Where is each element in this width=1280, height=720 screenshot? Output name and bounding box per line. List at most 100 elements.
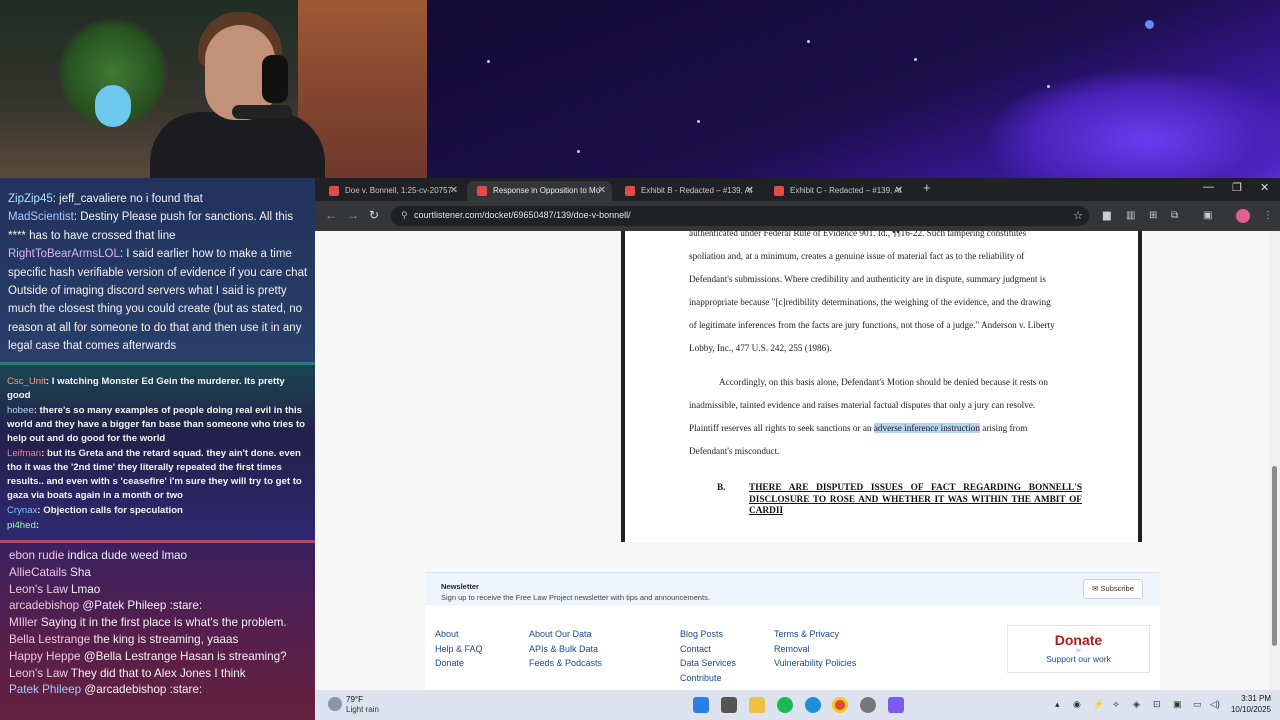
crystal-app-icon[interactable] [888,697,904,713]
start-icon[interactable] [693,697,709,713]
chat-message: Leifman: but its Greta and the retard sq… [7,447,310,503]
chat-username[interactable]: Leon's Law [9,667,68,680]
scrollbar-thumb[interactable] [1272,466,1277,646]
close-window-button[interactable]: ✕ [1260,181,1269,194]
tab-exhibit-c[interactable]: Exhibit C - Redacted – #139, At ✕ [764,181,909,201]
subscribe-button[interactable]: ✉ Subscribe [1083,579,1143,599]
chat-username[interactable]: Leifman [7,448,41,459]
network-icon[interactable]: ▭ [1193,699,1202,710]
footer-link[interactable]: Data Services [680,658,736,668]
chat-username[interactable]: MadScientist [8,211,74,223]
tray-app-icon[interactable]: ▴ [1055,699,1060,710]
chat-username[interactable]: hobee [7,405,34,416]
tab-title: Exhibit B - Redacted – #139, At [641,186,753,195]
chat-username[interactable]: arcadebishop [9,599,79,612]
footer-link[interactable]: Donate [435,658,464,668]
star [807,40,810,43]
footer-link[interactable]: About [435,629,459,639]
chat-username[interactable]: MIller [9,616,38,629]
file-explorer-icon[interactable] [749,697,765,713]
footer-link[interactable]: About Our Data [529,629,592,639]
headset [262,55,288,103]
close-tab-icon[interactable]: ✕ [895,181,903,201]
footer-link[interactable]: Removal [774,644,810,654]
chat-text: Lmao [67,582,101,596]
edge-icon[interactable] [805,697,821,713]
new-tab-button[interactable]: + [923,180,931,195]
puzzle-icon[interactable]: ⧉ [1171,210,1178,221]
minimize-button[interactable]: — [1203,181,1214,193]
chat-username[interactable]: RightToBearArmsLOL [8,248,120,260]
close-tab-icon[interactable]: ✕ [450,181,458,201]
clock-date[interactable]: 10/10/2025 [1221,705,1271,714]
task-view-icon[interactable] [721,697,737,713]
tab-response-opposition[interactable]: Response in Opposition to Mo ✕ [467,181,612,201]
document-line: Defendant's submissions. Where credibili… [689,274,1046,284]
tab-doe-v-bonnell[interactable]: Doe v. Bonnell, 1:25-cv-20757 - ✕ [319,181,464,201]
tray-app-icon[interactable]: ◈ [1133,699,1140,710]
chat-text: @Bella Lestrange Hasan is streaming? [80,649,287,663]
bookmark-star-icon[interactable]: ☆ [1073,209,1083,222]
close-tab-icon[interactable]: ✕ [598,181,606,201]
tray-app-icon[interactable]: ◉ [1073,699,1081,710]
streamer-body [150,112,325,178]
menu-kebab-icon[interactable]: ⋮ [1263,210,1273,221]
tray-app-icon[interactable]: ⟡ [1113,699,1119,710]
footer-link[interactable]: Contact [680,644,711,654]
footer-link[interactable]: Contribute [680,673,722,683]
viewer-scrollbar[interactable] [1139,231,1142,542]
reload-icon[interactable]: ↻ [369,208,379,222]
profile-avatar[interactable] [1236,209,1250,223]
chat-section-bottom: ebon rudie indica dude weed lmao AllieCat… [0,540,315,720]
donate-box[interactable]: Donate to Support our work [1007,625,1150,673]
tab-exhibit-b[interactable]: Exhibit B - Redacted – #139, At ✕ [615,181,760,201]
highlighted-text: adverse inference instruction [873,423,980,433]
chat-text: : I watching Monster Ed Gein the murdere… [7,376,285,401]
page-scrollbar[interactable] [1270,231,1280,690]
back-icon[interactable]: ← [325,208,337,222]
chat-username[interactable]: ZipZip45 [8,193,53,205]
footer-link[interactable]: Blog Posts [680,629,723,639]
chat-username[interactable]: Bella Lestrange [9,633,90,646]
volume-icon[interactable]: ◁) [1210,699,1220,710]
trash-icon[interactable]: ▥ [1126,210,1135,221]
chat-username[interactable]: Leon's Law [9,583,68,596]
mail-icon: ✉ [1092,584,1099,593]
tray-app-icon[interactable]: ⚡ [1093,699,1104,710]
clock-time[interactable]: 3:31 PM [1229,694,1271,703]
tray-app-icon[interactable]: ⊡ [1153,699,1161,710]
chat-username[interactable]: pi4hed [7,520,36,531]
pdf-icon [774,186,784,196]
maximize-button[interactable]: ❐ [1232,181,1242,194]
forward-icon[interactable]: → [347,208,359,222]
chat-username[interactable]: AllieCatails [9,566,67,579]
chat-username[interactable]: Crynax [7,505,37,516]
chat-section-middle: Csc_Unit: I watching Monster Ed Gein the… [0,362,315,540]
chat-message: ZipZip45: jeff_cavaliere no i found that [8,190,309,208]
folder-icon[interactable]: ▆ [1103,210,1111,221]
site-info-icon[interactable]: ⚲ [401,210,408,221]
footer-link[interactable]: Terms & Privacy [774,629,839,639]
footer-link[interactable]: Help & FAQ [435,644,483,654]
pdf-icon [625,186,635,196]
chat-username[interactable]: Happy Heppe [9,650,80,663]
extension-icon[interactable]: ⊞ [1149,210,1157,221]
chat-username[interactable]: ebon rudie [9,549,64,562]
footer-link[interactable]: APIs & Bulk Data [529,644,598,654]
pdf-viewer[interactable]: authenticated under Federal Rule of Evid… [621,231,1142,542]
spotify-icon[interactable] [777,697,793,713]
weather-temp: 79°F [346,695,363,704]
url-field[interactable]: ⚲ courtlistener.com/docket/69650487/139/… [391,206,1089,226]
close-tab-icon[interactable]: ✕ [746,181,754,201]
chrome-icon[interactable] [832,697,848,713]
tray-app-icon[interactable]: ▣ [1173,699,1182,710]
footer-link[interactable]: Vulnerability Policies [774,658,856,668]
footer-link[interactable]: Feeds & Podcasts [529,658,602,668]
chat-username[interactable]: Patek Phileep [9,683,81,696]
document-line: spoliation and, at a minimum, creates a … [689,251,1025,261]
chat-username[interactable]: Csc_Unit [7,376,46,387]
sidebar-icon[interactable]: ▣ [1203,210,1212,221]
app-icon[interactable] [860,697,876,713]
chat-message: Leon's Law Lmao [9,582,309,599]
weather-icon[interactable] [328,697,342,711]
